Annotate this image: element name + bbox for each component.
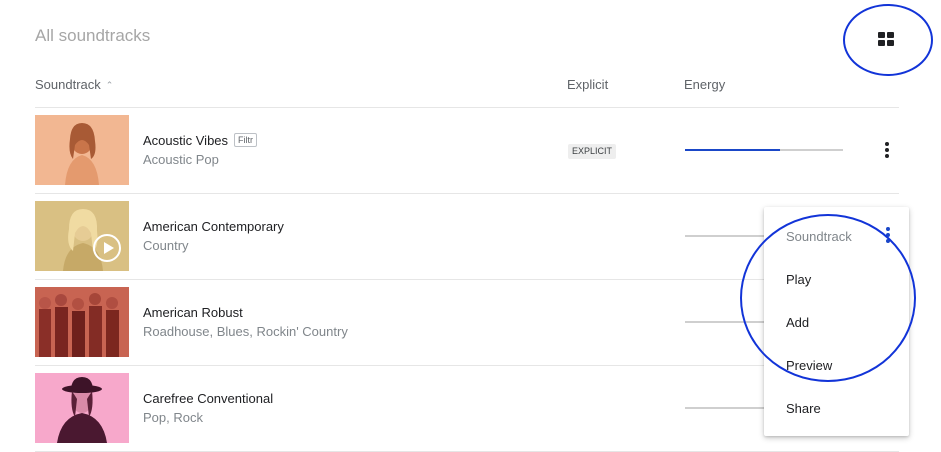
energy-bar-fill bbox=[685, 149, 780, 151]
energy-bar bbox=[685, 235, 765, 237]
menu-item-play[interactable]: Play bbox=[786, 272, 811, 287]
menu-item-share[interactable]: Share bbox=[786, 401, 821, 416]
soundtrack-thumbnail bbox=[35, 201, 129, 271]
soundtrack-thumbnail bbox=[35, 115, 129, 185]
table-row[interactable]: Acoustic Vibes Filtr Acoustic Pop EXPLICI… bbox=[35, 107, 899, 193]
soundtrack-title[interactable]: Carefree Conventional bbox=[143, 391, 273, 406]
curator-badge: Filtr bbox=[234, 133, 258, 147]
soundtrack-title[interactable]: American Contemporary bbox=[143, 219, 284, 234]
page-title: All soundtracks bbox=[35, 26, 151, 45]
column-header-soundtrack-label: Soundtrack bbox=[35, 77, 101, 92]
more-options-button[interactable] bbox=[885, 142, 889, 158]
menu-item-add[interactable]: Add bbox=[786, 315, 809, 330]
play-icon[interactable] bbox=[93, 234, 121, 262]
column-header-explicit: Explicit bbox=[567, 77, 609, 92]
explicit-badge: EXPLICIT bbox=[568, 144, 617, 159]
soundtrack-title[interactable]: American Robust bbox=[143, 305, 243, 320]
soundtrack-genre: Country bbox=[143, 238, 189, 253]
soundtrack-title[interactable]: Acoustic Vibes Filtr bbox=[143, 133, 258, 148]
column-header-energy: Energy bbox=[684, 77, 726, 92]
menu-item-preview[interactable]: Preview bbox=[786, 358, 832, 373]
soundtrack-genre: Pop, Rock bbox=[143, 410, 203, 425]
grid-view-button[interactable] bbox=[876, 29, 896, 49]
soundtrack-context-menu: Soundtrack Play Add Preview Share bbox=[764, 207, 909, 436]
energy-bar bbox=[685, 407, 765, 409]
energy-bar bbox=[685, 321, 765, 323]
column-header-soundtrack[interactable]: Soundtrack ⌃ bbox=[35, 77, 113, 92]
grid-view-icon bbox=[878, 32, 894, 46]
soundtrack-genre: Acoustic Pop bbox=[143, 152, 219, 167]
soundtrack-thumbnail bbox=[35, 287, 129, 357]
soundtrack-title-text: Acoustic Vibes bbox=[143, 133, 229, 148]
sort-ascending-icon: ⌃ bbox=[105, 80, 114, 90]
soundtrack-genre: Roadhouse, Blues, Rockin' Country bbox=[143, 324, 348, 339]
energy-bar bbox=[685, 149, 843, 151]
menu-header: Soundtrack bbox=[786, 229, 852, 244]
soundtracks-page: All soundtracks Soundtrack ⌃ Explicit Ene… bbox=[0, 0, 941, 452]
menu-more-options-icon[interactable] bbox=[886, 227, 890, 243]
soundtrack-thumbnail bbox=[35, 373, 129, 443]
